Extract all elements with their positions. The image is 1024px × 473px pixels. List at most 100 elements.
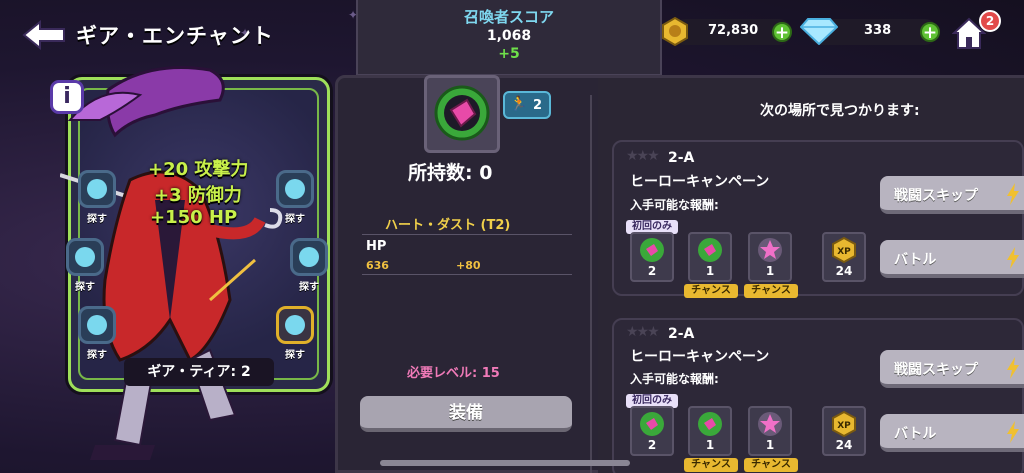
- slot-label: 探す: [87, 350, 107, 361]
- slot-label: 探す: [87, 214, 107, 225]
- stage-id: 2-A: [668, 326, 695, 342]
- search-icon: [87, 179, 107, 199]
- add-gems-button[interactable]: +: [920, 22, 940, 43]
- chance-tag: チャンス: [684, 458, 738, 472]
- battle-button[interactable]: バトル: [880, 240, 1024, 278]
- battle-button[interactable]: バトル: [880, 414, 1024, 452]
- coin-value: 72,830: [708, 23, 759, 38]
- equip-button[interactable]: 装備: [360, 396, 572, 432]
- xp-icon: XP: [832, 236, 856, 264]
- home-indicator: [380, 460, 630, 466]
- gear-slot-selected[interactable]: [276, 306, 314, 344]
- page-title: ギア・エンチャント: [76, 24, 274, 48]
- gear-slot[interactable]: [66, 238, 104, 276]
- required-level: 必要レベル: 15: [407, 366, 500, 381]
- stat-value: 636: [366, 259, 389, 272]
- divider: [362, 234, 572, 235]
- chance-tag: チャンス: [744, 458, 798, 472]
- battle-label: バトル: [894, 426, 937, 442]
- score-value: 1,068: [486, 28, 532, 44]
- sources-heading: 次の場所で見つかります:: [760, 103, 920, 119]
- stat-name: HP: [366, 239, 387, 254]
- xp-icon: XP: [832, 410, 856, 438]
- back-arrow-icon[interactable]: [22, 20, 66, 50]
- stat-attack: +20 攻撃力: [148, 159, 249, 180]
- battle-skip-button[interactable]: 戦闘スキップ: [880, 350, 1024, 388]
- search-icon: [285, 179, 305, 199]
- star-rating-icon: ★★★: [626, 324, 660, 340]
- stat-hp: +150 HP: [150, 207, 238, 228]
- search-icon: [285, 315, 305, 335]
- reward-item[interactable]: XP 24: [822, 232, 866, 282]
- reward-count: 1: [765, 264, 775, 278]
- search-icon: [75, 247, 95, 267]
- reward-count: 1: [705, 264, 715, 278]
- reward-count: 2: [647, 264, 657, 278]
- search-icon: [299, 247, 319, 267]
- campaign-name: ヒーローキャンペーン: [630, 349, 770, 365]
- heart-dust-gear-icon: [640, 412, 664, 436]
- slot-label: 探す: [285, 214, 305, 225]
- reward-item[interactable]: 1: [748, 232, 792, 282]
- battle-label: バトル: [894, 252, 937, 268]
- battle-skip-label: 戦闘スキップ: [894, 362, 978, 378]
- chance-tag: チャンス: [684, 284, 738, 298]
- svg-text:XP: XP: [837, 421, 851, 431]
- gear-tier-label: ギア・ティア: 2: [124, 358, 274, 386]
- info-button[interactable]: i: [50, 80, 84, 114]
- coin-icon: [662, 16, 688, 46]
- reward-count: 2: [647, 438, 657, 452]
- score-label: 召喚者スコア: [463, 8, 554, 26]
- star-dust-icon: [758, 412, 782, 436]
- star-dust-icon: [758, 238, 782, 262]
- heart-dust-gear-icon: [698, 412, 722, 436]
- battle-skip-button[interactable]: 戦闘スキップ: [880, 176, 1024, 214]
- gear-slot[interactable]: [78, 170, 116, 208]
- gear-name: ハート・ダスト (T2): [385, 218, 511, 233]
- hero-requirement-value: 2: [533, 98, 543, 113]
- reward-count: 24: [835, 438, 853, 452]
- heart-dust-gear-icon: [698, 238, 722, 262]
- gem-icon: [800, 18, 838, 45]
- reward-item[interactable]: 1: [748, 406, 792, 456]
- divider: [362, 274, 572, 275]
- divider: [590, 95, 592, 473]
- rewards-label: 入手可能な報酬:: [630, 372, 719, 386]
- reward-item[interactable]: 1: [688, 232, 732, 282]
- gear-slot[interactable]: [290, 238, 328, 276]
- lightning-icon: [1007, 421, 1019, 443]
- summoner-score-panel: 召喚者スコア 1,068 +5: [356, 0, 662, 76]
- reward-count: 1: [705, 438, 715, 452]
- search-icon: [87, 315, 107, 335]
- star-rating-icon: ★★★: [626, 148, 660, 164]
- lightning-icon: [1007, 183, 1019, 205]
- reward-count: 24: [835, 264, 853, 278]
- rewards-label: 入手可能な報酬:: [630, 198, 719, 212]
- add-coins-button[interactable]: +: [772, 22, 792, 43]
- notification-badge: 2: [979, 10, 1001, 32]
- chance-tag: チャンス: [744, 284, 798, 298]
- slot-label: 探す: [75, 282, 95, 293]
- stat-bonus: +80: [456, 259, 481, 272]
- lightning-icon: [1007, 357, 1019, 379]
- stat-defense: +3 防御力: [154, 185, 242, 206]
- heart-dust-gear-icon: [434, 85, 490, 141]
- owned-count: 所持数: 0: [408, 162, 493, 184]
- battle-skip-label: 戦闘スキップ: [894, 188, 978, 204]
- reward-item[interactable]: 2: [630, 406, 674, 456]
- score-delta: +5: [498, 46, 520, 62]
- reward-item[interactable]: 1: [688, 406, 732, 456]
- heart-dust-gear-icon: [640, 238, 664, 262]
- svg-text:XP: XP: [837, 247, 851, 257]
- hero-icon: 🏃: [510, 96, 528, 112]
- lightning-icon: [1007, 247, 1019, 269]
- slot-label: 探す: [285, 350, 305, 361]
- reward-item[interactable]: XP 24: [822, 406, 866, 456]
- campaign-name: ヒーローキャンペーン: [630, 174, 770, 190]
- gear-slot[interactable]: [78, 306, 116, 344]
- gear-slot[interactable]: [276, 170, 314, 208]
- hero-requirement-badge: 🏃 2: [503, 91, 551, 119]
- slot-label: 探す: [299, 282, 319, 293]
- reward-item[interactable]: 2: [630, 232, 674, 282]
- reward-count: 1: [765, 438, 775, 452]
